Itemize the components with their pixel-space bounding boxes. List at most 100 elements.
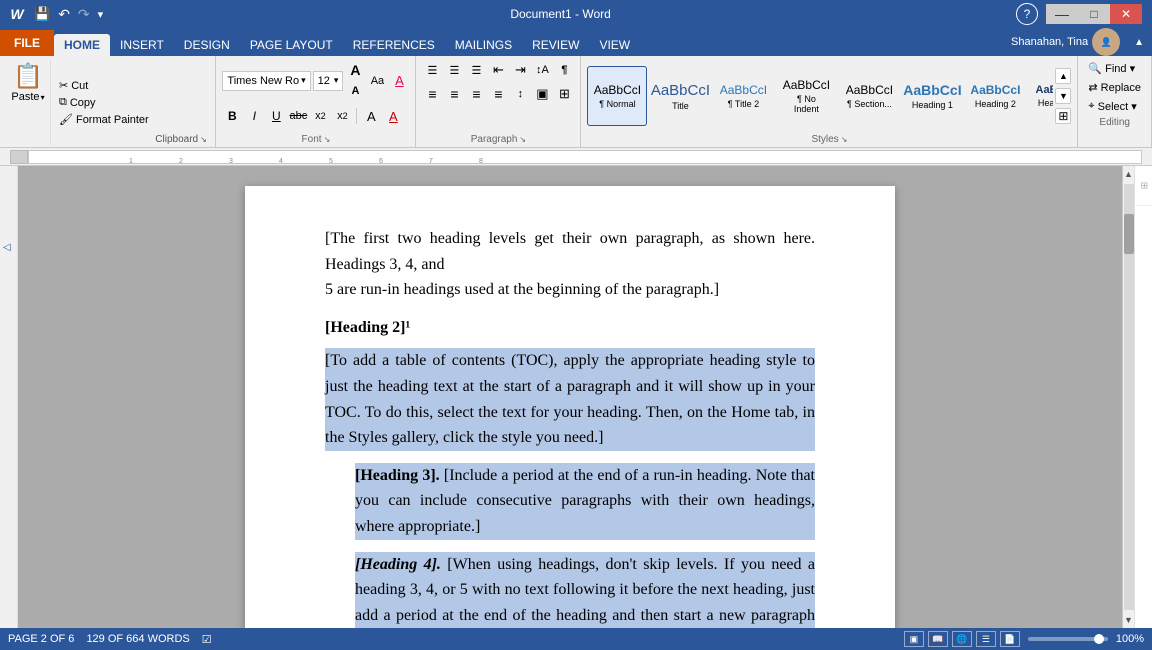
- scroll-down-button[interactable]: ▼: [1123, 612, 1135, 628]
- user-avatar[interactable]: 👤: [1092, 28, 1120, 56]
- font-color-button[interactable]: A: [383, 106, 403, 126]
- redo-icon[interactable]: ↷: [76, 4, 92, 25]
- italic-button[interactable]: I: [244, 106, 264, 126]
- decrease-indent-button[interactable]: ⇤: [488, 60, 508, 80]
- clipboard-expand-icon[interactable]: ↘: [200, 135, 207, 144]
- shrink-font-button[interactable]: A: [345, 81, 365, 101]
- tab-view[interactable]: VIEW: [589, 34, 640, 56]
- copy-button[interactable]: ⧉ Copy: [55, 94, 153, 111]
- restore-button[interactable]: □: [1078, 4, 1110, 24]
- paste-label: Paste: [11, 91, 39, 103]
- paragraph-expand-icon[interactable]: ↘: [519, 135, 526, 144]
- draft-view-button[interactable]: 📄: [1000, 631, 1020, 647]
- multilevel-list-button[interactable]: ☰: [466, 60, 486, 80]
- show-marks-button[interactable]: ¶: [554, 60, 574, 80]
- select-button[interactable]: ⌖ Select ▾: [1084, 98, 1145, 115]
- svg-text:6: 6: [379, 158, 383, 164]
- font-name-dropdown[interactable]: Times New Ro ▾: [222, 71, 310, 91]
- editing-group-label: Editing: [1084, 117, 1145, 128]
- close-button[interactable]: ✕: [1110, 4, 1142, 24]
- style-heading1[interactable]: AaBbCcI Heading 1: [902, 66, 962, 126]
- text-highlight-button[interactable]: A: [361, 106, 381, 126]
- full-reading-button[interactable]: 📖: [928, 631, 948, 647]
- font-expand-icon[interactable]: ↘: [324, 135, 331, 144]
- increase-indent-button[interactable]: ⇥: [510, 60, 530, 80]
- align-left-button[interactable]: ≡: [422, 84, 442, 104]
- strikethrough-button[interactable]: abc: [288, 106, 308, 126]
- tab-file[interactable]: FILE: [0, 30, 54, 56]
- left-margin: ◁: [0, 166, 18, 628]
- page-info-text: PAGE 2 OF 6: [8, 633, 74, 645]
- customize-icon[interactable]: ▾: [96, 6, 106, 23]
- document-page[interactable]: [The first two heading levels get their …: [245, 186, 895, 628]
- styles-scroll-more[interactable]: ⊞: [1055, 108, 1071, 124]
- zoom-thumb[interactable]: [1094, 634, 1104, 644]
- clipboard-group: 📋 Paste ▾ ✂ Cut ⧉ Copy 🖌 Format Painter …: [0, 56, 216, 147]
- style-heading2[interactable]: AaBbCcI Heading 2: [965, 66, 1025, 126]
- tab-page-layout[interactable]: PAGE LAYOUT: [240, 34, 343, 56]
- tab-mailings[interactable]: MAILINGS: [445, 34, 522, 56]
- styles-scroll-down[interactable]: ▼: [1055, 88, 1071, 104]
- style-section[interactable]: AaBbCcI ¶ Section...: [839, 66, 899, 126]
- style-title[interactable]: AaBbCcI Title: [650, 66, 710, 126]
- cut-button[interactable]: ✂ Cut: [55, 77, 153, 94]
- subscript-button[interactable]: x2: [310, 106, 330, 126]
- replace-button[interactable]: ⇄ Replace: [1084, 79, 1145, 96]
- track-changes-icon: ☑: [202, 633, 212, 646]
- style-heading3[interactable]: AaBbCcI Heading 3: [1028, 66, 1053, 126]
- outline-view-button[interactable]: ☰: [976, 631, 996, 647]
- document-area: [The first two heading levels get their …: [18, 166, 1122, 628]
- tab-references[interactable]: REFERENCES: [343, 34, 445, 56]
- sort-button[interactable]: ↕A: [532, 60, 552, 80]
- zoom-slider[interactable]: [1028, 637, 1108, 641]
- scroll-track[interactable]: [1124, 184, 1134, 610]
- underline-button[interactable]: U: [266, 106, 286, 126]
- clear-format-button[interactable]: A: [389, 71, 409, 91]
- find-button[interactable]: 🔍 Find ▾: [1084, 60, 1145, 77]
- numbering-button[interactable]: ☰: [444, 60, 464, 80]
- heading2-block: [Heading 2]¹: [325, 315, 815, 341]
- align-center-button[interactable]: ≡: [444, 84, 464, 104]
- style-title2[interactable]: AaBbCcI ¶ Title 2: [713, 66, 773, 126]
- paste-button[interactable]: 📋 Paste ▾: [6, 60, 50, 145]
- print-layout-button[interactable]: ▣: [904, 631, 924, 647]
- font-group: Times New Ro ▾ 12 ▾ A A Aa A B I U abc: [216, 56, 416, 147]
- heading3-label: [Heading 3].: [355, 467, 440, 484]
- copy-icon: ⧉: [59, 96, 67, 109]
- format-painter-button[interactable]: 🖌 Format Painter: [55, 111, 153, 128]
- bullets-button[interactable]: ☰: [422, 60, 442, 80]
- bold-button[interactable]: B: [222, 106, 242, 126]
- grow-font-button[interactable]: A: [345, 60, 365, 80]
- align-right-button[interactable]: ≡: [466, 84, 486, 104]
- styles-expand-icon[interactable]: ↘: [841, 135, 848, 144]
- select-icon: ⌖: [1088, 100, 1094, 113]
- minimize-button[interactable]: —: [1046, 4, 1078, 24]
- style-no-indent[interactable]: AaBbCcI ¶ No Indent: [776, 66, 836, 126]
- paste-icon: 📋: [13, 62, 43, 91]
- collapse-ribbon-button[interactable]: ▲: [1128, 35, 1150, 50]
- justify-button[interactable]: ≡: [488, 84, 508, 104]
- tab-review[interactable]: REVIEW: [522, 34, 589, 56]
- paragraph-intro: [The first two heading levels get their …: [325, 226, 815, 303]
- tab-design[interactable]: DESIGN: [174, 34, 240, 56]
- borders-button[interactable]: ⊞: [554, 84, 574, 104]
- superscript-button[interactable]: x2: [332, 106, 352, 126]
- styles-scroll-up[interactable]: ▲: [1055, 68, 1071, 84]
- font-size-dropdown[interactable]: 12 ▾: [313, 71, 344, 91]
- tab-insert[interactable]: INSERT: [110, 34, 174, 56]
- line-spacing-button[interactable]: ↕: [510, 84, 530, 104]
- style-normal[interactable]: AaBbCcI ¶ Normal: [587, 66, 647, 126]
- heading2-text: [Heading 2]¹: [325, 315, 815, 341]
- scroll-up-button[interactable]: ▲: [1123, 166, 1135, 182]
- paragraph-group: ☰ ☰ ☰ ⇤ ⇥ ↕A ¶ ≡ ≡ ≡ ≡ ↕ ▣ ⊞ Paragraph ↘: [416, 56, 581, 147]
- change-case-button[interactable]: Aa: [367, 71, 387, 91]
- save-icon[interactable]: 💾: [32, 4, 52, 24]
- scroll-thumb[interactable]: [1124, 214, 1134, 254]
- side-panel: ⊞: [1134, 166, 1152, 628]
- tab-home[interactable]: HOME: [54, 34, 110, 56]
- undo-icon[interactable]: ↶: [56, 4, 72, 25]
- heading-collapse-icon[interactable]: ◁: [3, 242, 11, 253]
- help-button[interactable]: ?: [1016, 3, 1038, 25]
- web-layout-button[interactable]: 🌐: [952, 631, 972, 647]
- shading-button[interactable]: ▣: [532, 84, 552, 104]
